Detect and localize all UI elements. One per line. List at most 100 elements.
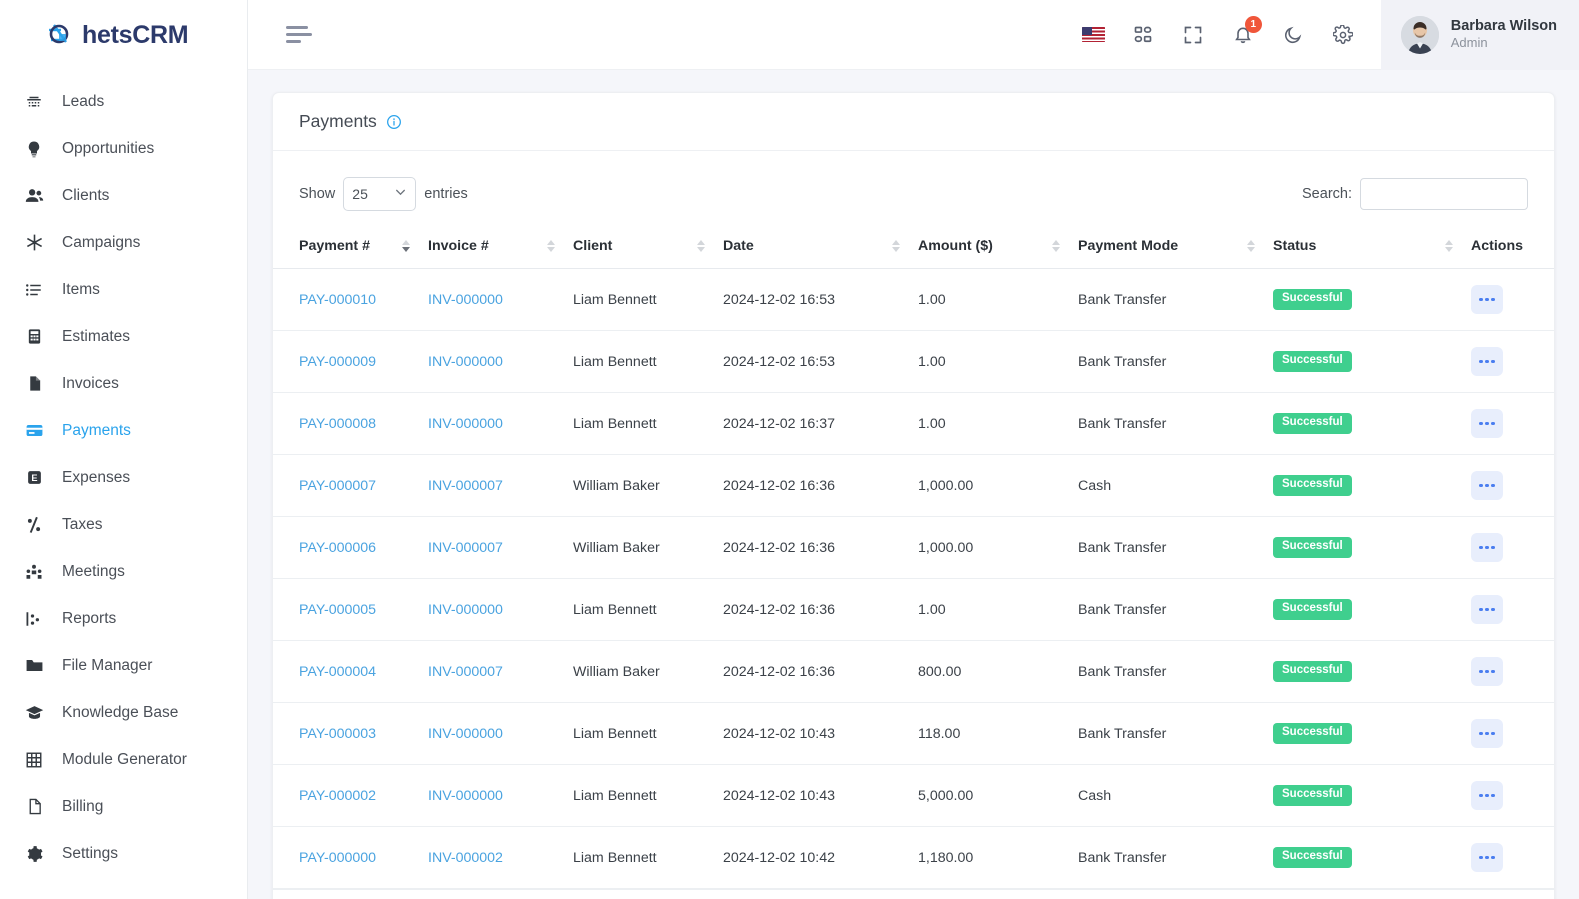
hamburger-icon[interactable] <box>286 26 312 43</box>
info-circle-icon[interactable] <box>386 114 402 130</box>
payment-link[interactable]: PAY-000003 <box>299 726 376 742</box>
sidebar-item-taxes[interactable]: Taxes <box>0 501 247 548</box>
apps-grid-icon[interactable] <box>1131 23 1155 47</box>
col-header-actions: Actions <box>1471 228 1554 269</box>
sort-arrows-icon[interactable] <box>1052 240 1078 252</box>
dot <box>1479 421 1483 426</box>
brand-logo-area[interactable]: hetsCRM <box>0 0 247 70</box>
payment-link[interactable]: PAY-000009 <box>299 354 376 370</box>
sidebar: hetsCRM Leads Opportunities Clients Camp… <box>0 0 248 899</box>
col-label: Payment Mode <box>1078 238 1179 254</box>
sidebar-item-estimates[interactable]: Estimates <box>0 313 247 360</box>
row-actions-icon[interactable] <box>1471 843 1503 872</box>
payment-link[interactable]: PAY-000004 <box>299 664 376 680</box>
row-actions-icon[interactable] <box>1471 657 1503 686</box>
sidebar-item-knowledge-base[interactable]: Knowledge Base <box>0 689 247 736</box>
sort-arrows-icon[interactable] <box>1445 240 1471 252</box>
dot <box>1491 669 1495 674</box>
sidebar-item-expenses[interactable]: E Expenses <box>0 454 247 501</box>
cell-actions <box>1471 826 1554 889</box>
payment-link[interactable]: PAY-000007 <box>299 478 376 494</box>
col-header-amount[interactable]: Amount ($) <box>918 228 1078 269</box>
invoice-link[interactable]: INV-000000 <box>428 726 503 742</box>
sidebar-item-billing[interactable]: Billing <box>0 783 247 830</box>
invoice-link[interactable]: INV-000007 <box>428 478 503 494</box>
invoice-link[interactable]: INV-000000 <box>428 416 503 432</box>
sort-arrows-icon[interactable] <box>1247 240 1273 252</box>
sidebar-item-clients[interactable]: Clients <box>0 172 247 219</box>
row-actions-icon[interactable] <box>1471 533 1503 562</box>
row-actions-icon[interactable] <box>1471 595 1503 624</box>
cell-payment-number: PAY-000000 <box>273 826 428 889</box>
fullscreen-icon[interactable] <box>1181 23 1205 47</box>
table-row: PAY-000000 INV-000002 Liam Bennett 2024-12-… <box>273 826 1554 889</box>
sort-arrows-icon[interactable] <box>402 240 428 252</box>
payment-link[interactable]: PAY-000002 <box>299 788 376 804</box>
sidebar-item-meetings[interactable]: Meetings <box>0 548 247 595</box>
payment-link[interactable]: PAY-000006 <box>299 540 376 556</box>
invoice-link[interactable]: INV-000000 <box>428 788 503 804</box>
col-header-invoice[interactable]: Invoice # <box>428 228 573 269</box>
sidebar-item-label: Invoices <box>62 374 119 392</box>
row-actions-icon[interactable] <box>1471 719 1503 748</box>
cell-invoice-number: INV-000007 <box>428 516 573 579</box>
dot <box>1491 793 1495 798</box>
status-badge: Successful <box>1273 785 1352 806</box>
payment-link[interactable]: PAY-000005 <box>299 602 376 618</box>
cell-payment-mode: Bank Transfer <box>1078 330 1273 393</box>
profile-menu[interactable]: Barbara Wilson Admin <box>1380 0 1579 70</box>
sidebar-item-opportunities[interactable]: Opportunities <box>0 125 247 172</box>
row-actions-icon[interactable] <box>1471 471 1503 500</box>
sidebar-item-items[interactable]: Items <box>0 266 247 313</box>
search-input[interactable] <box>1360 178 1528 210</box>
sidebar-item-settings[interactable]: Settings <box>0 830 247 877</box>
sidebar-item-module-generator[interactable]: Module Generator <box>0 736 247 783</box>
cell-client: William Baker <box>573 516 723 579</box>
invoice-link[interactable]: INV-000007 <box>428 664 503 680</box>
sort-arrows-icon[interactable] <box>547 240 573 252</box>
col-header-payment-mode[interactable]: Payment Mode <box>1078 228 1273 269</box>
cell-client: Liam Bennett <box>573 702 723 765</box>
invoice-link[interactable]: INV-000002 <box>428 850 503 866</box>
invoice-link[interactable]: INV-000007 <box>428 540 503 556</box>
sidebar-item-leads[interactable]: Leads <box>0 78 247 125</box>
dark-mode-moon-icon[interactable] <box>1281 23 1305 47</box>
sidebar-item-invoices[interactable]: Invoices <box>0 360 247 407</box>
col-label: Client <box>573 238 613 254</box>
sidebar-item-file-manager[interactable]: File Manager <box>0 642 247 689</box>
invoice-link[interactable]: INV-000000 <box>428 354 503 370</box>
payment-link[interactable]: PAY-000010 <box>299 292 376 308</box>
cell-actions <box>1471 454 1554 517</box>
invoice-link[interactable]: INV-000000 <box>428 292 503 308</box>
row-actions-icon[interactable] <box>1471 285 1503 314</box>
row-actions-icon[interactable] <box>1471 347 1503 376</box>
payment-link[interactable]: PAY-000000 <box>299 850 376 866</box>
cell-payment-mode: Bank Transfer <box>1078 268 1273 331</box>
sort-arrows-icon[interactable] <box>697 240 723 252</box>
payment-link[interactable]: PAY-000008 <box>299 416 376 432</box>
invoice-link[interactable]: INV-000000 <box>428 602 503 618</box>
col-header-date[interactable]: Date <box>723 228 918 269</box>
sidebar-item-label: Taxes <box>62 515 103 533</box>
status-badge: Successful <box>1273 289 1352 310</box>
cell-amount: 800.00 <box>918 640 1078 703</box>
dot <box>1491 731 1495 736</box>
notification-badge: 1 <box>1244 15 1262 33</box>
sort-arrows-icon[interactable] <box>892 240 918 252</box>
cell-status: Successful <box>1273 454 1471 517</box>
row-actions-icon[interactable] <box>1471 781 1503 810</box>
col-header-payment[interactable]: Payment # <box>273 228 428 269</box>
dot <box>1479 483 1483 488</box>
col-header-status[interactable]: Status <box>1273 228 1471 269</box>
page-length-select[interactable]: 10 25 50 100 <box>343 177 417 211</box>
settings-gear-icon[interactable] <box>1331 23 1355 47</box>
notifications-bell-icon[interactable]: 1 <box>1231 15 1262 47</box>
status-badge: Successful <box>1273 599 1352 620</box>
sidebar-item-reports[interactable]: Reports <box>0 595 247 642</box>
language-flag-us-icon[interactable] <box>1081 27 1105 42</box>
sidebar-item-payments[interactable]: Payments <box>0 407 247 454</box>
col-header-client[interactable]: Client <box>573 228 723 269</box>
row-actions-icon[interactable] <box>1471 409 1503 438</box>
sidebar-item-campaigns[interactable]: Campaigns <box>0 219 247 266</box>
dot <box>1479 793 1483 798</box>
